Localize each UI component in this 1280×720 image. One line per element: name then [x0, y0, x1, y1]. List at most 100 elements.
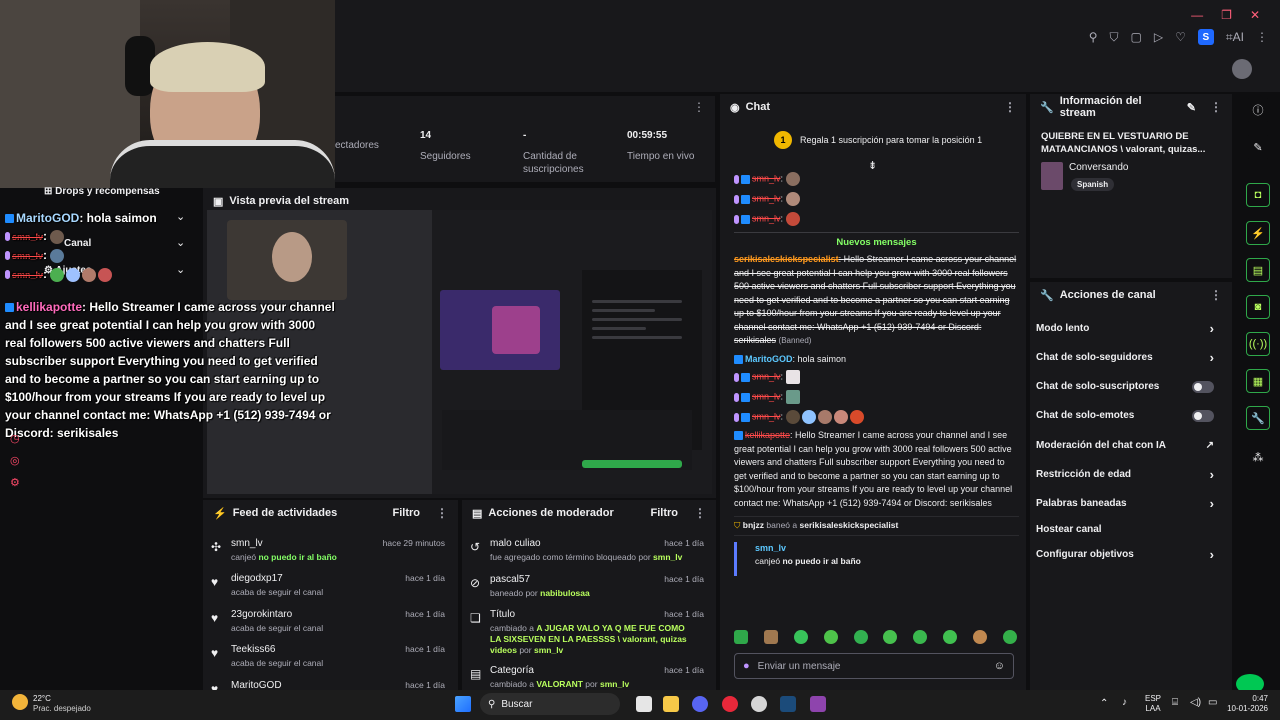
more-icon[interactable]: ⋮ — [436, 506, 448, 520]
mod-user: bnjzz — [742, 520, 765, 530]
stat-value: 14 — [420, 130, 432, 141]
more-icon[interactable]: ⋮ — [1210, 100, 1222, 114]
menu-item-drops[interactable]: ⊞ Drops y recompensas — [44, 186, 160, 197]
play-icon[interactable]: ▷ — [1154, 30, 1163, 44]
overlay-chat: MaritoGOD: hola saimon smn_lv: smn_lv: s… — [5, 209, 205, 284]
action-banned-words[interactable]: Palabras baneadas › — [1030, 489, 1220, 518]
avatar[interactable] — [1232, 59, 1252, 79]
emote-icon[interactable] — [883, 630, 898, 644]
layout-icon[interactable]: ▦ — [1246, 369, 1270, 393]
network-icon[interactable]: ⌸ — [1172, 697, 1178, 708]
emote-icon[interactable] — [763, 630, 778, 644]
maps-icon[interactable] — [810, 696, 826, 712]
more-icon[interactable]: ⋮ — [694, 506, 706, 520]
bolt-icon: ⚡ — [213, 507, 227, 520]
info-icon[interactable]: ⓘ — [1246, 98, 1270, 122]
scroll-arrow-icon[interactable]: ⇟ — [868, 159, 877, 172]
feed-item[interactable]: ♥ 23gorokintaro hace 1 día acaba de segu… — [203, 607, 453, 642]
emote-icon[interactable] — [913, 630, 928, 644]
feed-item[interactable]: ♥ MaritoGOD hace 1 día — [203, 678, 453, 690]
shield-icon[interactable]: ⛉ — [1110, 30, 1119, 45]
heart-icon: ♥ — [211, 575, 219, 589]
action-followers-only[interactable]: Chat de solo-seguidores › — [1030, 343, 1220, 372]
weather-temp[interactable]: 22°C — [33, 694, 51, 703]
gift-sub-banner[interactable]: 1 Regala 1 suscripción para tomar la pos… — [774, 131, 982, 149]
obs-icon[interactable] — [751, 696, 767, 712]
more-icon[interactable]: ⋮ — [1004, 100, 1016, 114]
more-icon[interactable]: ⋮ — [1210, 288, 1222, 302]
chat-user: smn_lv — [752, 193, 781, 204]
settings-icon[interactable]: ⚙ — [10, 472, 20, 494]
wrench-icon[interactable]: 🔧 — [1246, 406, 1270, 430]
search-bar[interactable]: ⚲ Buscar — [480, 693, 620, 715]
action-goals[interactable]: Configurar objetivos › — [1030, 540, 1220, 569]
stat-label: Tiempo en vivo — [627, 151, 695, 162]
opera-icon[interactable] — [722, 696, 738, 712]
stats-more-icon[interactable]: ⋮ — [693, 100, 705, 114]
emotes-only-toggle[interactable] — [1192, 409, 1214, 422]
action-emotes-only[interactable]: Chat de solo-emotes — [1030, 401, 1220, 430]
edit-icon[interactable]: ✎ — [1187, 101, 1196, 114]
filter-button[interactable]: Filtro — [651, 507, 679, 519]
bolt-icon[interactable]: ⚡ — [1246, 221, 1270, 245]
volume-icon[interactable]: ◁) — [1190, 697, 1201, 708]
feed-item[interactable]: ✣ smn_lv hace 29 minutos canjeó no puedo… — [203, 536, 453, 571]
subs-only-toggle[interactable] — [1192, 380, 1214, 393]
feed-item[interactable]: ♥ diegodxp17 hace 1 día acaba de seguir … — [203, 571, 453, 606]
mod-item[interactable]: ❏ Título hace 1 día cambiado a A JUGAR V… — [462, 607, 712, 657]
action-ai-moderation[interactable]: Moderación del chat con IA ↗ — [1030, 431, 1220, 460]
language-indicator[interactable]: ESP LAA — [1145, 694, 1161, 714]
emote-icon[interactable] — [1002, 630, 1017, 644]
square-icon[interactable]: ▢ — [1131, 30, 1142, 44]
action-age-restriction[interactable]: Restricción de edad › — [1030, 460, 1220, 489]
steam-icon[interactable] — [780, 696, 796, 712]
emote-icon[interactable] — [943, 630, 958, 644]
action-subs-only[interactable]: Chat de solo-suscriptores — [1030, 372, 1220, 401]
action-slow-mode[interactable]: Modo lento › — [1030, 314, 1220, 343]
close-button[interactable]: ✕ — [1250, 8, 1260, 22]
chat-user: smn_lv — [752, 213, 781, 224]
restore-button[interactable]: ❐ — [1221, 8, 1232, 22]
heart-icon[interactable]: ♡ — [1175, 30, 1186, 44]
mic-icon[interactable]: ● — [743, 660, 750, 672]
stat-label: Seguidores — [420, 151, 471, 162]
minimize-button[interactable]: — — [1191, 8, 1203, 22]
overlay-spam-user: kellikapotte — [16, 300, 83, 314]
feed-item[interactable]: ♥ Teekiss66 hace 1 día acaba de seguir e… — [203, 642, 453, 677]
task-view-icon[interactable] — [636, 696, 652, 712]
pin-icon[interactable]: ⚲ — [1089, 30, 1098, 44]
windows-start-icon[interactable] — [455, 696, 471, 712]
clock[interactable]: 0:47 10-01-2026 — [1226, 694, 1268, 714]
battery-icon[interactable]: ▭ — [1208, 697, 1217, 708]
ai-button[interactable]: ⌗AI — [1226, 30, 1244, 45]
stream-category[interactable]: Conversando — [1069, 162, 1128, 173]
emoji-icon[interactable]: ☺ — [994, 660, 1005, 672]
profile-button[interactable]: S — [1197, 29, 1214, 45]
file-explorer-icon[interactable] — [663, 696, 679, 712]
add-widget-icon[interactable]: ⁂ — [1246, 445, 1270, 469]
clock-icon[interactable]: ◷ — [10, 428, 20, 450]
mic-icon[interactable]: ♪ — [1122, 697, 1127, 708]
broadcast-icon[interactable]: ((·)) — [1246, 332, 1270, 356]
clipboard-icon[interactable]: ▤ — [1246, 258, 1270, 282]
emote-icon[interactable] — [973, 630, 987, 644]
camera-icon[interactable]: ◘ — [1246, 183, 1270, 207]
more-icon[interactable]: ⋮ — [1256, 30, 1268, 44]
mod-item[interactable]: ⊘ pascal57 hace 1 día baneado por nabibu… — [462, 572, 712, 607]
pencil-icon[interactable]: ✎ — [1246, 135, 1270, 159]
chat-bubble-icon[interactable]: ◎ — [10, 450, 20, 472]
discord-icon[interactable] — [692, 696, 708, 712]
emote-icon[interactable] — [823, 630, 838, 644]
action-label: Chat de solo-emotes — [1036, 410, 1135, 421]
chevron-up-icon[interactable]: ⌃ — [1100, 698, 1108, 709]
emote-icon[interactable] — [793, 630, 808, 644]
chat-bubble-icon[interactable]: ◙ — [1246, 295, 1270, 319]
emote-icon[interactable] — [734, 630, 748, 644]
emote-icon[interactable] — [853, 630, 868, 644]
chat-input[interactable]: ● Enviar un mensaje ☺ — [734, 653, 1014, 679]
chat-message: Hello Streamer I came across your channe… — [734, 254, 1017, 345]
undo-icon: ↺ — [470, 540, 481, 554]
filter-button[interactable]: Filtro — [393, 507, 421, 519]
chat-user: smn_lv — [752, 173, 781, 184]
mod-item[interactable]: ↺ malo culiao hace 1 día fue agregado co… — [462, 536, 712, 571]
